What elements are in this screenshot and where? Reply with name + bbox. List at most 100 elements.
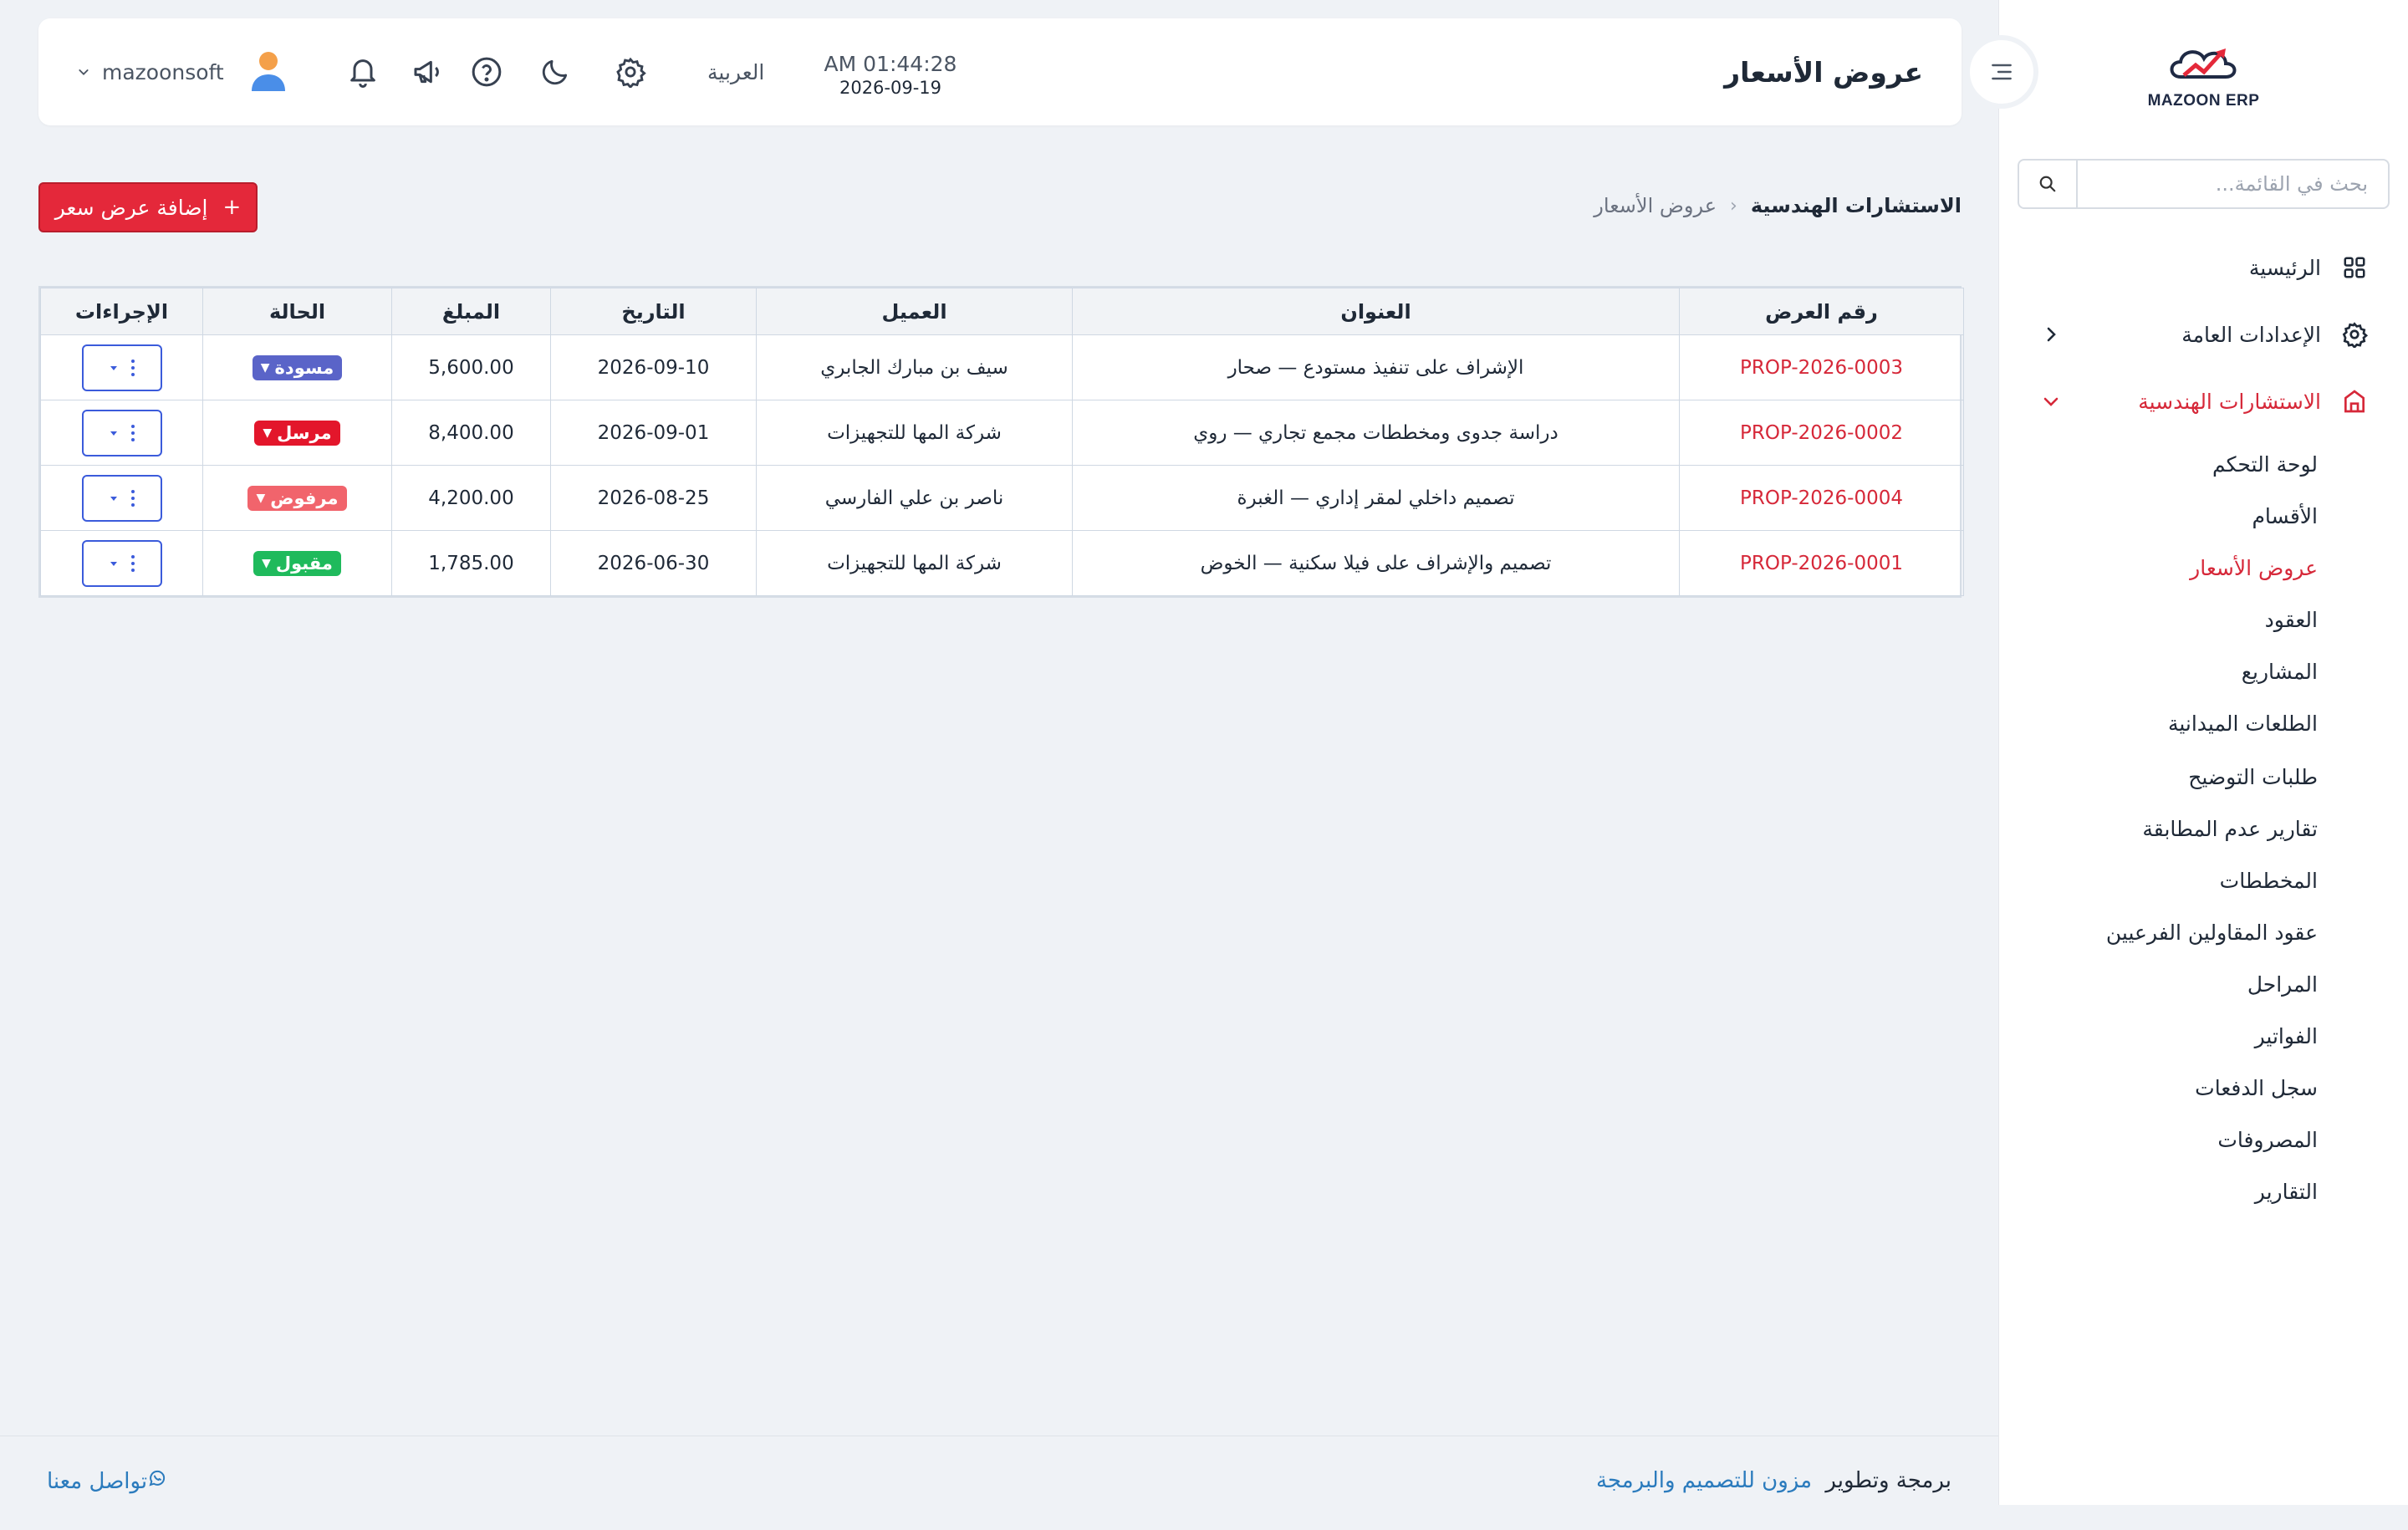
- cell-number[interactable]: PROP-2026-0002: [1679, 400, 1964, 466]
- col-header-client: العميل: [756, 288, 1073, 335]
- kebab-icon: [130, 489, 135, 507]
- table-row: مسودة ▼ 5,600.00 2026-09-10 سيف بن مبارك …: [40, 334, 1964, 400]
- kebab-icon: [130, 424, 135, 441]
- row-actions-button[interactable]: [81, 474, 162, 522]
- cell-status: مسودة ▼: [202, 334, 392, 400]
- col-header-title: العنوان: [1072, 288, 1680, 335]
- chevron-down-icon: [110, 431, 117, 436]
- help-icon[interactable]: [467, 52, 507, 92]
- cell-date: 2026-08-25: [550, 465, 757, 531]
- sidebar-subitem-quotations[interactable]: عروض الأسعار: [2190, 547, 2318, 589]
- footer-company-link[interactable]: مزون للتصميم والبرمجة: [1596, 1468, 1812, 1493]
- sidebar-item-label: الإعدادات العامة: [2181, 322, 2321, 347]
- breadcrumb-current: عروض الأسعار: [1594, 194, 1717, 217]
- megaphone-icon[interactable]: [408, 52, 448, 92]
- gear-icon: [2338, 318, 2371, 351]
- cell-amount: 5,600.00: [391, 334, 551, 400]
- sidebar-subitem-projects[interactable]: المشاريع: [2242, 650, 2318, 692]
- grid-icon: [2338, 251, 2371, 284]
- sidebar-subitem-ncr-reports[interactable]: تقارير عدم المطابقة: [2142, 808, 2318, 849]
- cell-client: سيف بن مبارك الجابري: [756, 334, 1073, 400]
- sidebar-item-home[interactable]: الرئيسية: [1999, 242, 2408, 293]
- menu-icon: [1992, 64, 2012, 80]
- sidebar-search-input[interactable]: [2078, 161, 2388, 207]
- user-menu[interactable]: mazoonsoft: [77, 18, 288, 125]
- cell-amount: 8,400.00: [391, 400, 551, 466]
- row-actions-button[interactable]: [81, 539, 162, 587]
- chevron-down-icon: ▼: [256, 491, 266, 505]
- cell-number[interactable]: PROP-2026-0003: [1679, 334, 1964, 400]
- footer: برمجة وتطوير مزون للتصميم والبرمجة تواصل…: [0, 1436, 1998, 1530]
- sidebar-subitem-drawings[interactable]: المخططات: [2220, 859, 2318, 901]
- moon-icon[interactable]: [535, 52, 575, 92]
- sidebar-subitem-invoices[interactable]: الفواتير: [2255, 1015, 2318, 1057]
- chevron-down-icon: ▼: [262, 556, 271, 570]
- sidebar-subitem-subcontracts[interactable]: عقود المقاولين الفرعيين: [2106, 911, 2318, 953]
- status-badge[interactable]: مرسل ▼: [254, 420, 340, 446]
- bell-icon[interactable]: [343, 52, 383, 92]
- col-header-number: رقم العرض: [1679, 288, 1964, 335]
- col-header-date: التاريخ: [550, 288, 757, 335]
- breadcrumb-parent[interactable]: الاستشارات الهندسية: [1751, 194, 1962, 217]
- logo[interactable]: MAZOON ERP: [1999, 33, 2408, 117]
- sidebar-item-label: الرئيسية: [2248, 255, 2321, 280]
- sidebar-subitem-reports[interactable]: التقارير: [2255, 1170, 2318, 1212]
- sidebar-subitem-payments-log[interactable]: سجل الدفعات: [2195, 1067, 2318, 1109]
- clock-date: 2026-09-19: [839, 78, 942, 98]
- quotations-table: الإجراءات الحالة المبلغ التاريخ العميل ا…: [38, 286, 1964, 598]
- sidebar-subitem-dashboard[interactable]: لوحة التحكم: [2212, 443, 2318, 485]
- table-row: مرفوض ▼ 4,200.00 2026-08-25 ناصر بن علي ا…: [40, 465, 1964, 531]
- username: mazoonsoft: [102, 59, 224, 84]
- table-row: مرسل ▼ 8,400.00 2026-09-01 شركة المها للت…: [40, 400, 1964, 466]
- search-icon[interactable]: [2019, 161, 2078, 207]
- sidebar-subitem-expenses[interactable]: المصروفات: [2217, 1119, 2318, 1160]
- avatar: [249, 49, 288, 94]
- cell-date: 2026-06-30: [550, 530, 757, 596]
- col-header-status: الحالة: [202, 288, 392, 335]
- sidebar-item-engineering-consulting[interactable]: الاستشارات الهندسية: [1999, 376, 2408, 426]
- chevron-down-icon: ▼: [263, 426, 273, 440]
- sidebar-item-label: الاستشارات الهندسية: [2138, 389, 2321, 414]
- sidebar-subitem-contracts[interactable]: العقود: [2265, 599, 2318, 640]
- add-quotation-label: إضافة عرض سعر: [54, 195, 208, 220]
- cell-amount: 4,200.00: [391, 465, 551, 531]
- chevron-down-icon: ▼: [260, 360, 270, 375]
- sidebar-subitem-stages[interactable]: المراحل: [2247, 963, 2318, 1005]
- sidebar: MAZOON ERP الرئيسية الإعدادات العامة الا…: [1998, 0, 2408, 1505]
- cell-date: 2026-09-01: [550, 400, 757, 466]
- sidebar-subitem-departments[interactable]: الأقسام: [2252, 495, 2318, 537]
- sidebar-subitem-clarification-requests[interactable]: طلبات التوضيح: [2188, 756, 2318, 798]
- cell-title: تصميم داخلي لمقر إداري — الغبرة: [1072, 465, 1680, 531]
- cell-title: دراسة جدوى ومخططات مجمع تجاري — روي: [1072, 400, 1680, 466]
- cell-number[interactable]: PROP-2026-0004: [1679, 465, 1964, 531]
- status-badge[interactable]: مرفوض ▼: [247, 485, 347, 511]
- status-badge[interactable]: مقبول ▼: [253, 550, 341, 576]
- cell-status: مرسل ▼: [202, 400, 392, 466]
- cell-title: الإشراف على تنفيذ مستودع — صحار: [1072, 334, 1680, 400]
- col-header-actions: الإجراءات: [40, 288, 203, 335]
- add-quotation-button[interactable]: + إضافة عرض سعر: [38, 182, 258, 232]
- chevron-right-icon: [2047, 327, 2056, 342]
- settings-gear-icon[interactable]: [610, 52, 650, 92]
- cell-actions: [40, 334, 203, 400]
- contact-us-link[interactable]: تواصل معنا: [47, 1468, 179, 1494]
- breadcrumb: الاستشارات الهندسية ‹ عروض الأسعار: [1594, 189, 1962, 222]
- row-actions-button[interactable]: [81, 344, 162, 391]
- sidebar-subitem-field-visits[interactable]: الطلعات الميدانية: [2168, 702, 2318, 744]
- cell-status: مقبول ▼: [202, 530, 392, 596]
- row-actions-button[interactable]: [81, 409, 162, 456]
- language-switcher[interactable]: العربية: [707, 18, 764, 125]
- sidebar-item-general-settings[interactable]: الإعدادات العامة: [1999, 309, 2408, 360]
- sidebar-search: [2018, 159, 2390, 209]
- logo-icon: [2170, 48, 2236, 79]
- page-title: عروض الأسعار: [1724, 55, 1923, 89]
- col-header-amount: المبلغ: [391, 288, 551, 335]
- table-header-row: الإجراءات الحالة المبلغ التاريخ العميل ا…: [40, 288, 1964, 335]
- kebab-icon: [130, 554, 135, 572]
- cell-actions: [40, 400, 203, 466]
- chevron-down-icon: [2043, 397, 2059, 406]
- sidebar-toggle-button[interactable]: [1965, 35, 2038, 109]
- status-badge[interactable]: مسودة ▼: [252, 354, 343, 380]
- whatsapp-icon: [147, 1468, 167, 1494]
- cell-number[interactable]: PROP-2026-0001: [1679, 530, 1964, 596]
